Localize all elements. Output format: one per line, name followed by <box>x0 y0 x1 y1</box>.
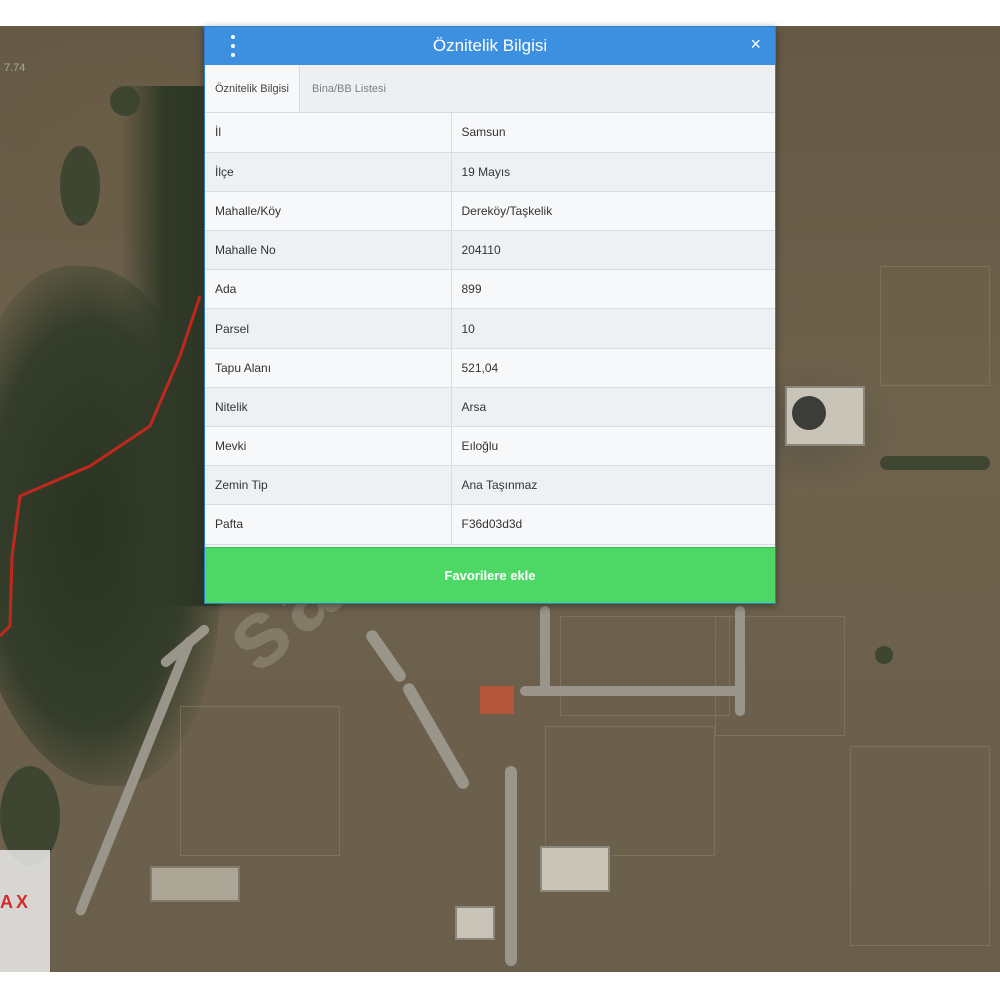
road <box>540 606 550 696</box>
building-roof <box>480 686 514 714</box>
road <box>400 681 472 791</box>
panel-title: Öznitelik Bilgisi <box>432 36 548 55</box>
field-plot <box>545 726 715 856</box>
attribute-value: Ana Taşınmaz <box>451 465 775 506</box>
attribute-value: 521,04 <box>451 348 775 388</box>
field-plot <box>560 616 730 716</box>
tree-cluster <box>875 646 893 664</box>
road <box>520 686 740 696</box>
table-row: Ada 899 <box>205 269 775 310</box>
road <box>735 606 745 716</box>
attribute-key: Mahalle/Köy <box>205 191 452 232</box>
attribute-value: Arsa <box>451 387 775 428</box>
attribute-key: Ada <box>205 269 452 310</box>
attribute-value: Samsun <box>451 113 775 153</box>
table-row: Mahalle/Köy Dereköy/Taşkelik <box>205 191 775 232</box>
attribute-key: Tapu Alanı <box>205 348 452 388</box>
table-row: İl Samsun <box>205 113 775 153</box>
building <box>150 866 240 902</box>
building <box>540 846 610 892</box>
tree-cluster <box>110 86 140 116</box>
drag-handle-icon[interactable] <box>229 35 237 57</box>
attribute-value: 204110 <box>451 230 775 271</box>
table-row: Nitelik Arsa <box>205 387 775 428</box>
table-row: Mevki Eıloğlu <box>205 426 775 467</box>
attribute-value: Dereköy/Taşkelik <box>451 191 775 232</box>
building <box>455 906 495 940</box>
attribute-table: İl Samsun İlçe 19 Mayıs Mahalle/Köy Dereköy/T… <box>205 113 775 545</box>
add-to-favorites-button[interactable]: Favorilere ekle <box>205 547 775 603</box>
map-corner-text: 7.74 <box>4 62 26 74</box>
panel-tabs: Öznitelik Bilgisi Bina/BB Listesi <box>205 65 775 113</box>
tree-cluster <box>880 456 990 470</box>
road <box>505 766 517 966</box>
attribute-value: F36d03d3d <box>451 504 775 545</box>
table-row: Mahalle No 204110 <box>205 230 775 271</box>
field-plot <box>180 706 340 856</box>
table-row: Tapu Alanı 521,04 <box>205 348 775 388</box>
attribute-key: Mahalle No <box>205 230 452 271</box>
table-row: Pafta F36d03d3d <box>205 504 775 545</box>
attribute-value: 10 <box>451 308 775 349</box>
tab-attribute-info[interactable]: Öznitelik Bilgisi <box>205 65 300 112</box>
panel-header[interactable]: Öznitelik Bilgisi × <box>205 27 775 65</box>
brand-logo-text: AX <box>0 892 32 912</box>
road <box>363 627 409 685</box>
table-row: İlçe 19 Mayıs <box>205 152 775 192</box>
attribute-value: 899 <box>451 269 775 310</box>
attribute-key: Pafta <box>205 504 452 545</box>
attribute-key: Nitelik <box>205 387 452 428</box>
attribute-info-panel: Öznitelik Bilgisi × Öznitelik Bilgisi Bi… <box>204 26 776 604</box>
table-row: Zemin Tip Ana Taşınmaz <box>205 465 775 506</box>
attribute-key: Parsel <box>205 308 452 349</box>
attribute-value: 19 Mayıs <box>451 152 775 192</box>
attribute-key: İl <box>205 113 452 153</box>
tree-cluster <box>60 146 100 226</box>
tree-cluster <box>792 396 826 430</box>
attribute-key: İlçe <box>205 152 452 192</box>
field-plot <box>850 746 990 946</box>
field-plot <box>880 266 990 386</box>
tab-building-list[interactable]: Bina/BB Listesi <box>300 65 396 112</box>
table-row: Parsel 10 <box>205 308 775 349</box>
attribute-key: Mevki <box>205 426 452 467</box>
attribute-value: Eıloğlu <box>451 426 775 467</box>
attribute-key: Zemin Tip <box>205 465 452 506</box>
close-icon[interactable]: × <box>750 34 761 55</box>
